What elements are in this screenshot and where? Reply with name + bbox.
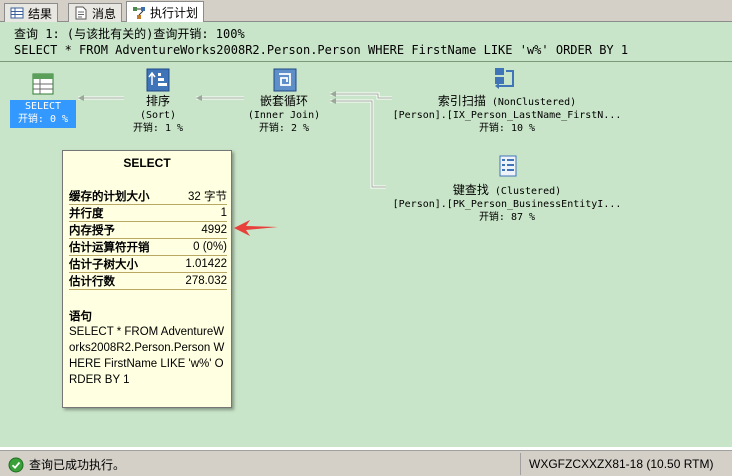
tab-results[interactable]: 结果 [4,3,59,22]
index-scan-icon [495,68,514,89]
tab-messages[interactable]: 消息 [68,3,123,22]
grid-icon [10,7,24,19]
tooltip-row-label: 估计运算符开销 [69,242,150,254]
sort-node-cost: 开销: 1 % [132,123,184,134]
key-lookup-node-cost: 开销: 87 % [478,212,536,223]
key-lookup-heading: 键查找 (Clustered) [384,183,630,198]
tooltip-statement: SELECT * FROM AdventureWorks2008R2.Perso… [69,326,225,386]
plan-node-select[interactable]: SELECT 开销: 0 % [10,100,76,128]
tooltip-row: 缓存的计划大小 32 字节 [69,188,227,205]
plan-node-key-lookup[interactable]: 键查找 (Clustered) [Person].[PK_Person_Busi… [384,183,630,224]
tab-execution-plan[interactable]: 执行计划 [126,1,205,23]
key-lookup-node-subtitle: (Clustered) [494,186,562,197]
tooltip-row-value: 4992 [201,224,227,236]
tooltip-row-label: 内存授予 [69,225,115,237]
tooltip-row: 内存授予 4992 [69,222,227,239]
index-scan-node-subtitle: (NonClustered) [491,97,577,108]
tooltip-row-value: 1 [220,207,227,219]
status-message-area: 查询已成功执行。 [8,456,125,473]
results-tab-strip: 结果 消息 执行计划 [0,0,732,23]
select-node-cost: 开销: 0 % [17,114,69,125]
index-scan-node-cost: 开销: 10 % [478,123,536,134]
index-scan-heading: 索引扫描 (NonClustered) [384,94,630,109]
tooltip-row-label: 估计行数 [69,276,115,288]
sort-node-title: 排序 [145,94,170,108]
tooltip-row-label: 缓存的计划大小 [69,191,150,203]
tooltip-row-label: 并行度 [69,208,104,220]
plan-node-sort[interactable]: 排序 (Sort) 开销: 1 % [118,94,198,135]
tab-messages-label: 消息 [92,6,117,21]
tooltip-row-value: 0 (0%) [193,241,227,253]
tooltip-row: 估计行数 278.032 [69,273,227,290]
nested-loops-node-cost: 开销: 2 % [258,123,310,134]
sort-node-subtitle: (Sort) [139,110,177,121]
status-bar: 查询已成功执行。 WXGFZCXXZX81-18 (10.50 RTM) [0,450,732,476]
success-check-icon [8,457,24,472]
tooltip-title: SELECT [123,156,171,170]
message-icon [75,6,87,20]
annotation-arrow-icon [234,220,278,236]
tooltip-row-value: 278.032 [185,275,227,287]
execution-plan-icon [133,6,145,19]
key-lookup-icon [499,155,517,177]
tab-results-label: 结果 [28,6,53,21]
server-info: WXGFZCXXZX81-18 (10.50 RTM) [520,453,714,475]
tooltip-row-value: 32 字节 [188,191,227,203]
tooltip-row-label: 估计子树大小 [69,259,138,271]
select-icon [32,73,54,95]
tooltip-row: 估计子树大小 1.01422 [69,256,227,273]
nested-loops-icon [273,68,297,92]
tooltip-row: 并行度 1 [69,205,227,222]
index-scan-node-title: 索引扫描 [437,94,486,108]
index-scan-node-object: [Person].[IX_Person_LastName_FirstN... [392,110,622,121]
tooltip-row-value: 1.01422 [185,258,227,270]
select-node-title: SELECT [24,101,62,112]
key-lookup-node-object: [Person].[PK_Person_BusinessEntityI... [392,199,622,210]
execution-plan-pane: 查询 1: (与该批有关的)查询开销: 100% SELECT * FROM A… [0,22,732,447]
tooltip-statement-label: 语句 [69,311,92,323]
sort-icon [146,68,170,92]
operator-tooltip: SELECT 缓存的计划大小 32 字节 并行度 1 内存授予 4992 估计运… [62,150,232,408]
status-message: 查询已成功执行。 [29,458,126,472]
plan-node-index-scan[interactable]: 索引扫描 (NonClustered) [Person].[IX_Person_… [384,94,630,135]
plan-node-nested-loops[interactable]: 嵌套循环 (Inner Join) 开销: 2 % [236,94,332,135]
tab-execution-plan-label: 执行计划 [150,6,199,20]
nested-loops-node-subtitle: (Inner Join) [247,110,321,121]
nested-loops-node-title: 嵌套循环 [259,94,308,108]
key-lookup-node-title: 键查找 [452,183,489,197]
tooltip-row: 估计运算符开销 0 (0%) [69,239,227,256]
